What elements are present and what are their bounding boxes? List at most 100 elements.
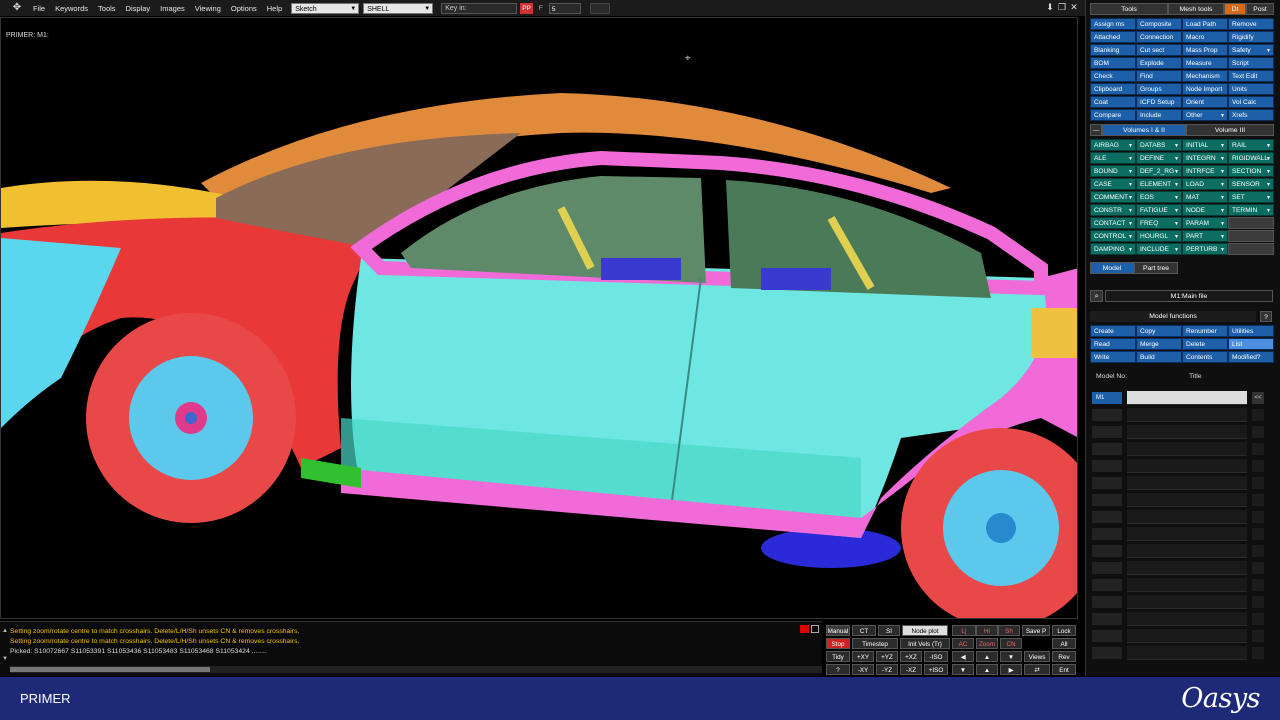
key-in-field[interactable]: Key in: xyxy=(441,2,518,14)
button-mat[interactable]: MAT ▼ xyxy=(1182,191,1228,203)
button-section[interactable]: SECTION ▼ xyxy=(1228,165,1274,177)
button-units[interactable]: Units xyxy=(1228,83,1274,95)
menu-display[interactable]: Display xyxy=(121,4,156,13)
button-bound[interactable]: BOUND ▼ xyxy=(1090,165,1136,177)
lock-button[interactable]: Lock xyxy=(1052,625,1076,636)
apply-button[interactable] xyxy=(589,2,610,14)
button-remove[interactable]: Remove xyxy=(1228,18,1274,30)
button-renumber[interactable]: Renumber xyxy=(1182,325,1228,337)
model-row-btn[interactable] xyxy=(1252,494,1264,506)
model-row-id[interactable] xyxy=(1092,511,1122,523)
tidy-button[interactable]: Tidy xyxy=(826,651,850,662)
menu-tools[interactable]: Tools xyxy=(93,4,121,13)
f-button[interactable]: F xyxy=(536,3,546,14)
button-other[interactable]: Other ▼ xyxy=(1182,109,1228,121)
rev-button[interactable]: Rev xyxy=(1052,651,1076,662)
model-row-title[interactable] xyxy=(1127,595,1247,609)
model-row-id[interactable] xyxy=(1092,596,1122,608)
model-row-id[interactable] xyxy=(1092,409,1122,421)
button-sensor[interactable]: SENSOR ▼ xyxy=(1228,178,1274,190)
model-row-btn[interactable] xyxy=(1252,426,1264,438)
button-include[interactable]: INCLUDE ▼ xyxy=(1136,243,1182,255)
button-bom[interactable]: BOM xyxy=(1090,57,1136,69)
cn-button[interactable]: CN xyxy=(1000,638,1022,649)
button-copy[interactable]: Copy xyxy=(1136,325,1182,337)
button-mass-prop[interactable]: Mass Prop xyxy=(1182,44,1228,56)
button-build[interactable]: Build xyxy=(1136,351,1182,363)
restore-window-icon[interactable]: ❐ xyxy=(1057,1,1067,13)
model-row-btn[interactable] xyxy=(1252,613,1264,625)
button-blanking[interactable]: Blanking xyxy=(1090,44,1136,56)
minus-iso-button[interactable]: -ISO xyxy=(924,651,948,662)
button-explode[interactable]: Explode xyxy=(1136,57,1182,69)
button-composite[interactable]: Composite xyxy=(1136,18,1182,30)
model-row-btn[interactable] xyxy=(1252,562,1264,574)
ac-button[interactable]: AC xyxy=(952,638,974,649)
button-node[interactable]: NODE ▼ xyxy=(1182,204,1228,216)
shaded-button[interactable]: Sh xyxy=(998,625,1020,636)
model-row[interactable] xyxy=(1092,424,1272,440)
pan-down-icon[interactable]: ▼ xyxy=(952,664,974,675)
button-damping[interactable]: DAMPING ▼ xyxy=(1090,243,1136,255)
button-include[interactable]: Include xyxy=(1136,109,1182,121)
model-row-title[interactable] xyxy=(1127,578,1247,592)
model-row-title[interactable] xyxy=(1127,459,1247,473)
tab-volumes-1-2[interactable]: Volumes I & II xyxy=(1102,124,1186,136)
model-row-btn[interactable] xyxy=(1252,460,1264,472)
button-perturb[interactable]: PERTURB ▼ xyxy=(1182,243,1228,255)
manual-button[interactable]: Manual xyxy=(826,625,850,636)
button-element[interactable]: ELEMENT ▼ xyxy=(1136,178,1182,190)
ent-button[interactable]: Ent xyxy=(1052,664,1076,675)
button-param[interactable]: PARAM ▼ xyxy=(1182,217,1228,229)
message-toggle[interactable] xyxy=(811,625,819,633)
tab-model[interactable]: Model xyxy=(1090,262,1134,274)
rotate-right-icon[interactable]: ▶ xyxy=(1000,664,1022,675)
model-row-title[interactable] xyxy=(1127,612,1247,626)
all-button[interactable]: All xyxy=(1052,638,1076,649)
close-window-icon[interactable]: ✕ xyxy=(1069,1,1079,13)
model-id[interactable]: M1 xyxy=(1092,392,1122,404)
button-contact[interactable]: CONTACT ▼ xyxy=(1090,217,1136,229)
model-row-id[interactable] xyxy=(1092,426,1122,438)
button-measure[interactable]: Measure xyxy=(1182,57,1228,69)
button-airbag[interactable]: AIRBAG ▼ xyxy=(1090,139,1136,151)
button-connection[interactable]: Connection xyxy=(1136,31,1182,43)
button-merge[interactable]: Merge xyxy=(1136,338,1182,350)
model-row[interactable] xyxy=(1092,407,1272,423)
button-attached[interactable]: Attached xyxy=(1090,31,1136,43)
menu-viewing[interactable]: Viewing xyxy=(190,4,226,13)
model-row[interactable]: M1 << xyxy=(1092,390,1272,406)
minus-xz-button[interactable]: -XZ xyxy=(900,664,922,675)
model-row-btn[interactable] xyxy=(1252,511,1264,523)
model-row-id[interactable] xyxy=(1092,647,1122,659)
element-type-select[interactable]: SHELL ▼ xyxy=(363,2,434,14)
button-initial[interactable]: INITIAL ▼ xyxy=(1182,139,1228,151)
button-fatigue[interactable]: FATIGUE ▼ xyxy=(1136,204,1182,216)
button-assign-ms[interactable]: Assign ms xyxy=(1090,18,1136,30)
save-p-button[interactable]: Save P xyxy=(1022,625,1050,636)
button-create[interactable]: Create xyxy=(1090,325,1136,337)
triangle-down-icon[interactable]: ▼ xyxy=(2,656,8,662)
model-row[interactable] xyxy=(1092,611,1272,627)
model-row-btn[interactable] xyxy=(1252,630,1264,642)
help-button[interactable]: ? xyxy=(826,664,850,675)
model-row-id[interactable] xyxy=(1092,443,1122,455)
button-rigidify[interactable]: Rigidify xyxy=(1228,31,1274,43)
minus-xy-button[interactable]: -XY xyxy=(852,664,874,675)
button-coat[interactable]: Coat xyxy=(1090,96,1136,108)
arrow-down-icon[interactable]: ⬇ xyxy=(1045,1,1055,13)
model-row[interactable] xyxy=(1092,492,1272,508)
button-read[interactable]: Read xyxy=(1090,338,1136,350)
node-plot-button[interactable]: Node plot xyxy=(902,625,948,636)
model-row-btn[interactable] xyxy=(1252,443,1264,455)
button-list[interactable]: List xyxy=(1228,338,1274,350)
button-icfd-setup[interactable]: ICFD Setup xyxy=(1136,96,1182,108)
button-modified[interactable]: Modified? xyxy=(1228,351,1274,363)
button-case[interactable]: CASE ▼ xyxy=(1090,178,1136,190)
tab-tools[interactable]: Tools xyxy=(1090,3,1168,15)
button-integrn[interactable]: INTEGRN ▼ xyxy=(1182,152,1228,164)
button-node-import[interactable]: Node Import xyxy=(1182,83,1228,95)
init-vels-button[interactable]: Init Vels (Tr) xyxy=(900,638,950,649)
button-def-2-rg[interactable]: DEF_2_RG ▼ xyxy=(1136,165,1182,177)
button-eos[interactable]: EOS ▼ xyxy=(1136,191,1182,203)
